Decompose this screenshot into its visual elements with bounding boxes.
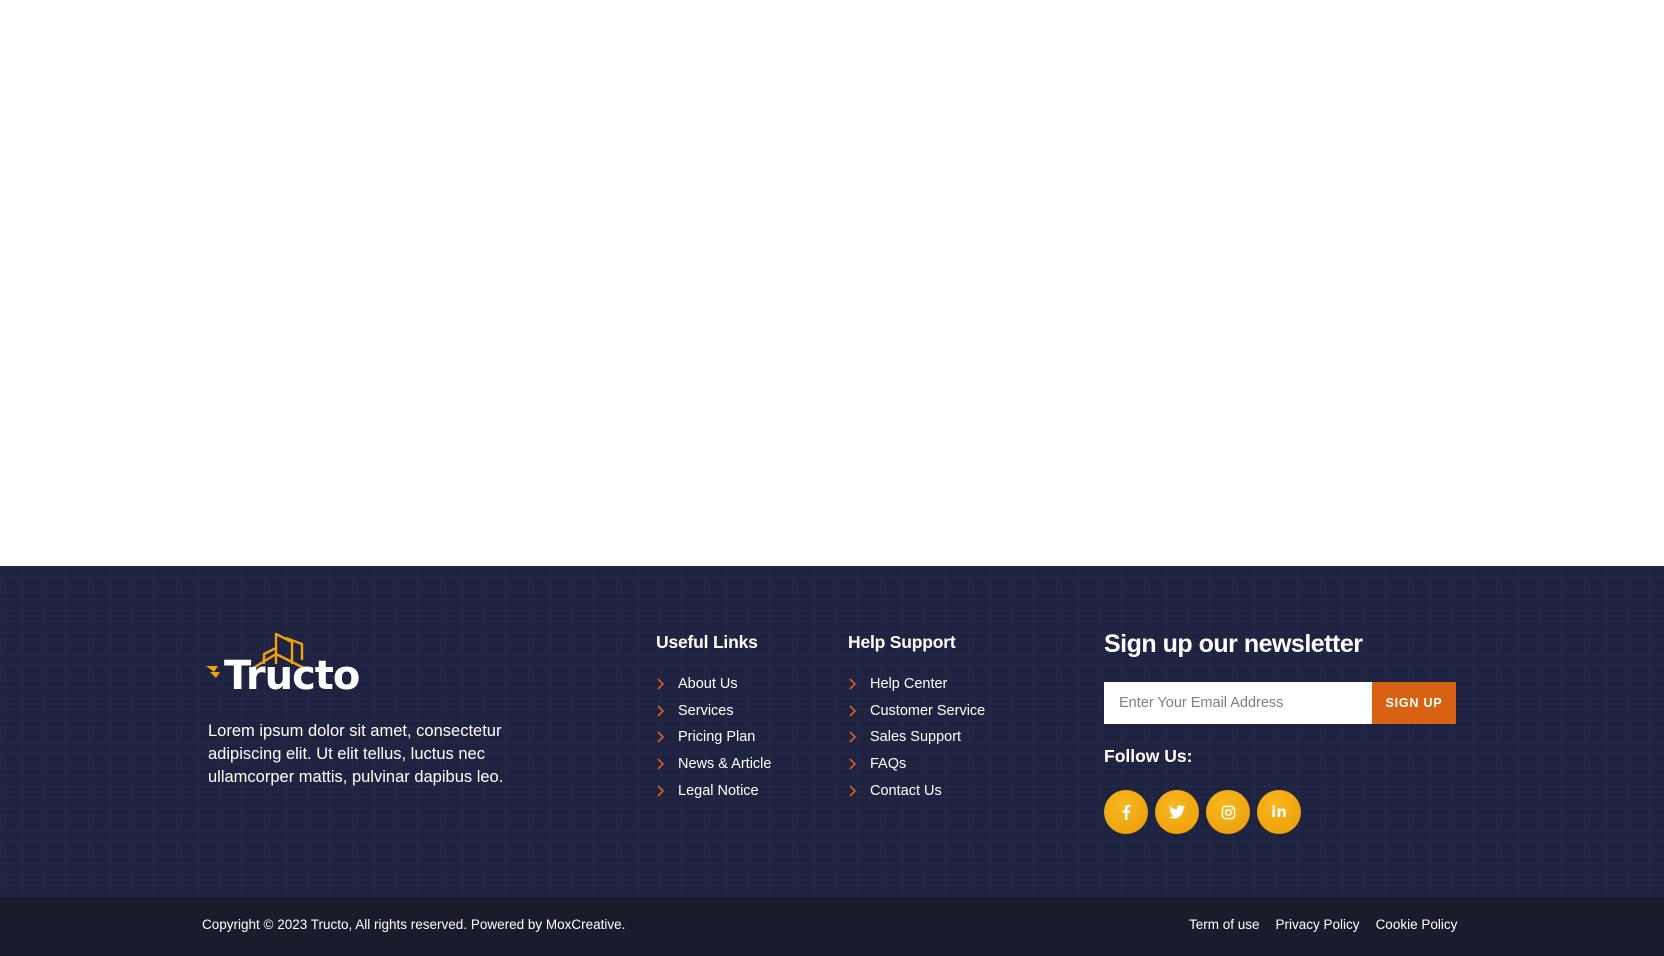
footer-link-about-us[interactable]: About Us bbox=[656, 671, 771, 698]
footer-link-label: FAQs bbox=[870, 756, 907, 773]
newsletter-email-input[interactable] bbox=[1104, 682, 1372, 724]
chevron-right-icon bbox=[848, 678, 870, 690]
footer-link-label: About Us bbox=[678, 676, 738, 693]
footer-link-pricing-plan[interactable]: Pricing Plan bbox=[656, 724, 771, 751]
footer-link-label: Customer Service bbox=[870, 702, 986, 719]
chevron-right-icon bbox=[848, 785, 870, 797]
linkedin-icon[interactable]: in bbox=[1257, 790, 1301, 834]
chevron-right-icon bbox=[848, 758, 870, 770]
footer-link-sales-support[interactable]: Sales Support bbox=[848, 724, 985, 751]
footer-link-label: Legal Notice bbox=[678, 782, 759, 799]
chevron-right-icon bbox=[656, 678, 678, 690]
follow-us-label: Follow Us: bbox=[1104, 746, 1193, 766]
footer-link-services[interactable]: Services bbox=[656, 698, 771, 725]
footer-link-label: Pricing Plan bbox=[678, 729, 756, 746]
footer-link-contact-us[interactable]: Contact Us bbox=[848, 777, 985, 804]
footer-link-label: Services bbox=[678, 702, 734, 719]
page-content-area bbox=[0, 0, 1664, 566]
social-links: in bbox=[1104, 790, 1301, 834]
privacy-policy-link[interactable]: Privacy Policy bbox=[1276, 917, 1360, 932]
newsletter-title: Sign up our newsletter bbox=[1104, 630, 1363, 658]
linkedin-icon-glyph: in bbox=[1271, 803, 1287, 821]
useful-links-title: Useful Links bbox=[656, 632, 758, 652]
instagram-icon[interactable] bbox=[1206, 790, 1250, 834]
useful-links-list: About Us Services Pricing Plan News & Ar… bbox=[656, 671, 771, 804]
footer-link-customer-service[interactable]: Customer Service bbox=[848, 698, 985, 725]
chevron-right-icon bbox=[656, 731, 678, 744]
term-of-use-link[interactable]: Term of use bbox=[1189, 917, 1260, 932]
legal-links: Term of use Privacy Policy Cookie Policy bbox=[1189, 917, 1457, 932]
help-support-list: Help Center Customer Service Sales Suppo… bbox=[848, 671, 985, 804]
facebook-icon[interactable] bbox=[1104, 790, 1148, 834]
footer-link-label: Sales Support bbox=[870, 729, 962, 746]
tructo-logo[interactable]: Tructo bbox=[206, 630, 360, 702]
footer-link-news-article[interactable]: News & Article bbox=[656, 751, 771, 778]
sign-up-button[interactable]: SIGN UP bbox=[1372, 682, 1456, 724]
footer-link-label: News & Article bbox=[678, 756, 772, 773]
twitter-icon[interactable] bbox=[1155, 790, 1199, 834]
copyright-text: Copyright © 2023 Tructo, All rights rese… bbox=[202, 917, 626, 932]
footer-link-legal-notice[interactable]: Legal Notice bbox=[656, 777, 771, 804]
chevron-right-icon bbox=[848, 705, 870, 717]
footer-about-text: Lorem ipsum dolor sit amet, consectetur … bbox=[208, 722, 504, 786]
footer-link-faqs[interactable]: FAQs bbox=[848, 751, 985, 778]
chevron-right-icon bbox=[656, 758, 678, 770]
help-support-title: Help Support bbox=[848, 632, 956, 652]
chevron-right-icon bbox=[656, 785, 678, 797]
footer-link-help-center[interactable]: Help Center bbox=[848, 671, 985, 698]
logo-wordmark: Tructo bbox=[224, 653, 360, 699]
footer-link-label: Contact Us bbox=[870, 782, 942, 799]
chevron-right-icon bbox=[656, 705, 678, 717]
cookie-policy-link[interactable]: Cookie Policy bbox=[1376, 917, 1458, 932]
chevron-right-icon bbox=[848, 731, 870, 744]
footer-link-label: Help Center bbox=[870, 676, 948, 693]
